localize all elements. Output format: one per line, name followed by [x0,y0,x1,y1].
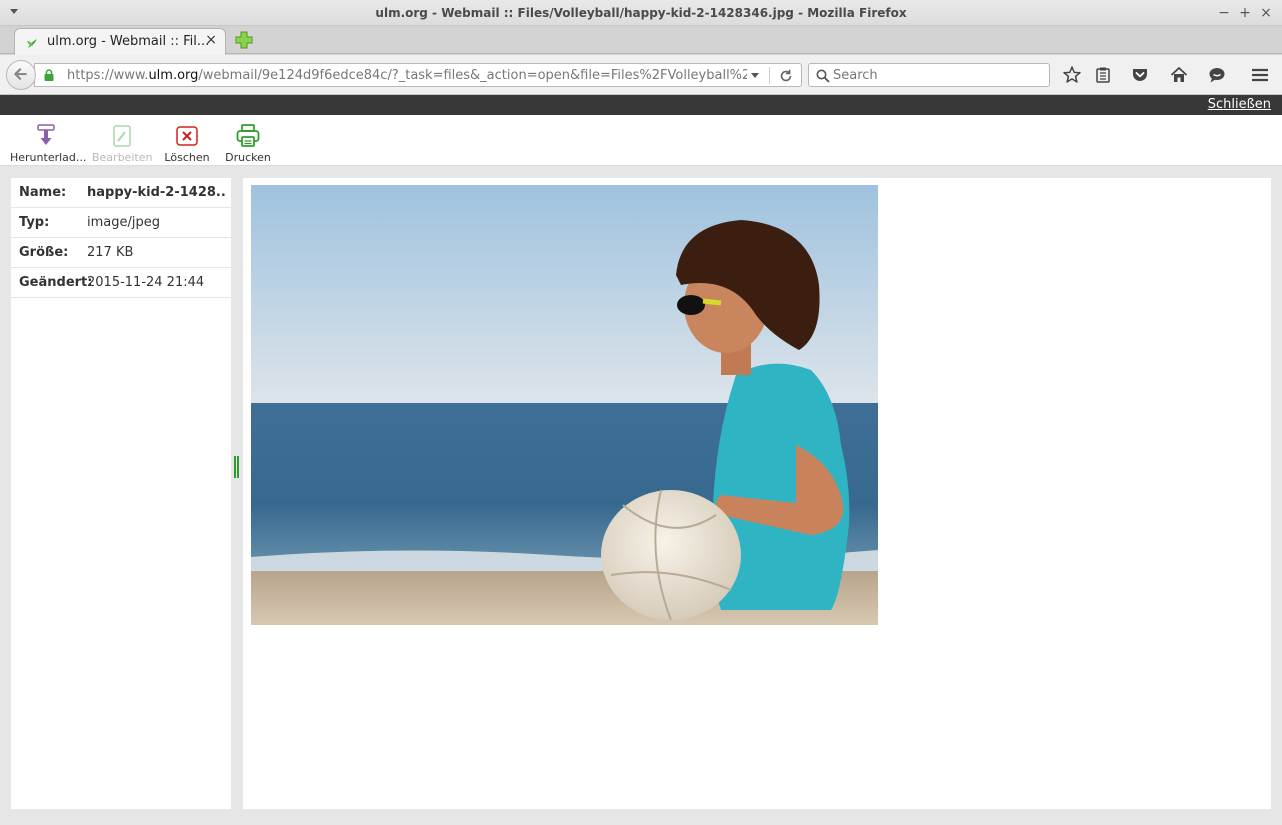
print-label: Drucken [225,151,271,164]
delete-button[interactable]: Löschen [162,124,212,164]
lock-icon[interactable] [43,69,55,81]
info-row-size: Größe: 217 KB [11,238,231,268]
download-label: Herunterlad... [10,151,87,164]
edit-button[interactable]: Bearbeiten [92,124,152,164]
printer-icon [236,124,260,147]
top-close-bar: Schließen [0,95,1282,115]
file-toolbar: Herunterlad... Bearbeiten Löschen Drucke… [0,115,1282,166]
download-icon [37,124,55,145]
window-title: ulm.org - Webmail :: Files/Volleyball/ha… [375,6,907,20]
hamburger-icon[interactable] [1250,65,1270,85]
info-modified-value: 2015-11-24 21:44 [87,275,205,290]
info-name-key: Name: [19,185,67,200]
close-window-button[interactable]: × [1257,4,1275,22]
magnifier-icon [816,69,830,83]
delete-label: Löschen [164,151,210,164]
tab-close-icon[interactable]: × [205,32,217,48]
content-area: Name: happy-kid-2-1428... Typ: image/jpe… [0,166,1282,825]
edit-label: Bearbeiten [92,151,153,164]
image-viewer [243,178,1271,809]
window-titlebar: ulm.org - Webmail :: Files/Volleyball/ha… [0,0,1282,26]
clipboard-icon[interactable] [1093,65,1113,85]
info-row-name: Name: happy-kid-2-1428... [11,178,231,208]
panel-splitter-handle[interactable] [234,456,240,478]
url-history-dropdown-icon[interactable] [751,73,759,78]
search-input[interactable] [833,67,1043,84]
info-type-key: Typ: [19,215,50,230]
info-row-type: Typ: image/jpeg [11,208,231,238]
preview-image [251,185,878,625]
navigation-bar: https://www.ulm.org/webmail/9e124d9f6edc… [0,55,1282,95]
tab-strip: ulm.org - Webmail :: Fil... × [0,26,1282,55]
back-arrow-icon [14,68,27,80]
close-link[interactable]: Schließen [1208,97,1271,112]
tab-webmail[interactable]: ulm.org - Webmail :: Fil... × [14,28,226,55]
minimize-button[interactable]: − [1215,4,1233,22]
star-icon[interactable] [1062,65,1082,85]
info-type-value: image/jpeg [87,215,160,230]
url-bar[interactable]: https://www.ulm.org/webmail/9e124d9f6edc… [34,63,802,87]
info-name-value: happy-kid-2-1428... [87,185,227,200]
reload-icon[interactable] [777,67,795,85]
url-text[interactable]: https://www.ulm.org/webmail/9e124d9f6edc… [67,68,747,83]
ulm-leaf-icon [27,39,37,48]
search-box[interactable] [808,63,1050,87]
edit-icon [113,125,131,147]
url-separator [769,67,770,84]
tab-title: ulm.org - Webmail :: Fil... [47,34,210,49]
maximize-button[interactable]: + [1236,4,1254,22]
pocket-icon[interactable] [1130,65,1150,85]
file-info-panel: Name: happy-kid-2-1428... Typ: image/jpe… [11,178,231,809]
download-button[interactable]: Herunterlad... [10,124,87,164]
info-size-key: Größe: [19,245,69,260]
plus-icon[interactable] [234,30,254,50]
info-row-modified: Geändert: 2015-11-24 21:44 [11,268,231,298]
home-icon[interactable] [1169,65,1189,85]
delete-icon [176,126,198,146]
chat-icon[interactable] [1207,65,1227,85]
info-modified-key: Geändert: [19,275,93,290]
back-button[interactable] [6,60,36,90]
print-button[interactable]: Drucken [222,124,274,164]
info-size-value: 217 KB [87,245,134,260]
